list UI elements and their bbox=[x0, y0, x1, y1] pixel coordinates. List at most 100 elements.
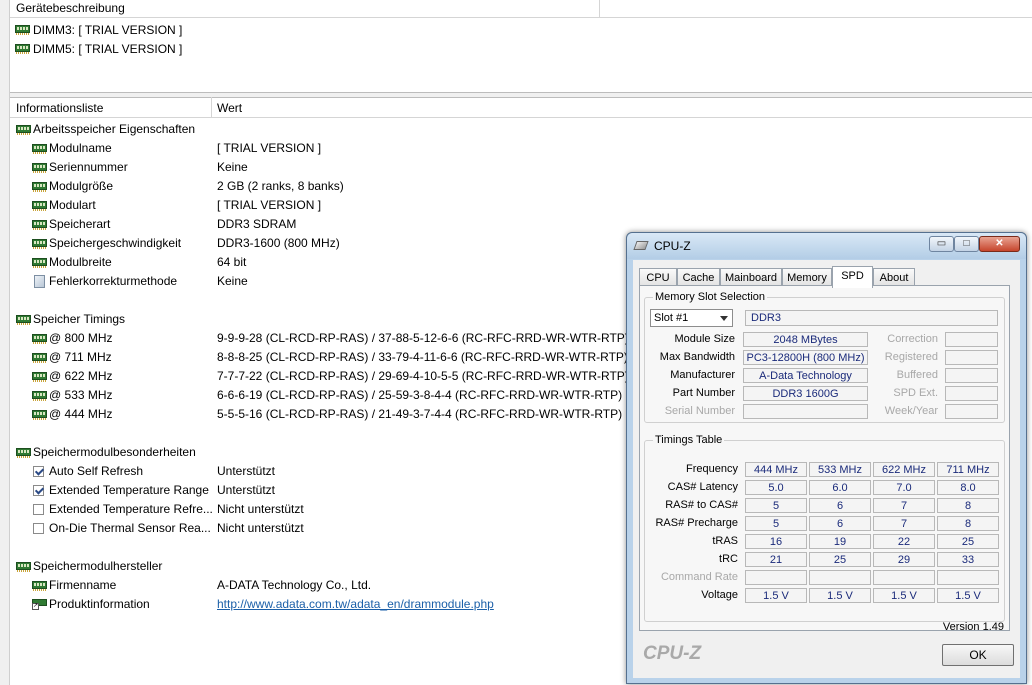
ram-module-icon bbox=[32, 163, 47, 173]
checkbox-checked bbox=[33, 466, 44, 477]
timing-cell: 25 bbox=[809, 552, 871, 567]
ram-module-icon bbox=[32, 220, 47, 230]
timing-cell: 22 bbox=[873, 534, 935, 549]
close-button[interactable]: ✕ bbox=[979, 236, 1020, 252]
list-item[interactable]: Fehlerkorrekturmethode Keine bbox=[0, 272, 620, 291]
timing-cell: 33 bbox=[937, 552, 999, 567]
spd-tab-panel: Memory Slot Selection Slot #1 DDR3 Modul… bbox=[639, 285, 1010, 631]
serial-number-value bbox=[743, 404, 868, 419]
timing-cell: 7.0 bbox=[873, 480, 935, 495]
list-item[interactable]: @ 444 MHz 5-5-5-16 (CL-RCD-RP-RAS) / 21-… bbox=[0, 405, 622, 424]
product-info-link[interactable]: http://www.adata.com.tw/adata_en/drammod… bbox=[217, 595, 494, 614]
list-item[interactable]: Seriennummer Keine bbox=[0, 158, 620, 177]
device-list-header[interactable]: Gerätebeschreibung bbox=[10, 0, 1032, 18]
column-header-value[interactable]: Wert bbox=[217, 101, 242, 115]
list-item[interactable]: Modulgröße 2 GB (2 ranks, 8 banks) bbox=[0, 177, 620, 196]
device-list[interactable]: DIMM3: [ TRIAL VERSION ] DIMM5: [ TRIAL … bbox=[10, 18, 1032, 92]
tab-cache[interactable]: Cache bbox=[677, 268, 720, 286]
timing-cell: 6 bbox=[809, 516, 871, 531]
list-item[interactable]: @ 711 MHz 8-8-8-25 (CL-RCD-RP-RAS) / 33-… bbox=[0, 348, 628, 367]
list-item[interactable]: Modulart [ TRIAL VERSION ] bbox=[0, 196, 620, 215]
timing-cell: 6.0 bbox=[809, 480, 871, 495]
ram-module-icon bbox=[32, 182, 47, 192]
column-separator[interactable] bbox=[599, 0, 600, 17]
list-item[interactable]: Auto Self Refresh Unterstützt bbox=[0, 462, 620, 481]
timing-cell: 8 bbox=[937, 516, 999, 531]
version-label: Version 1.49 bbox=[942, 621, 1004, 633]
device-item-dimm3[interactable]: DIMM3: [ TRIAL VERSION ] bbox=[15, 21, 182, 39]
ram-module-icon bbox=[16, 125, 31, 135]
tab-cpu[interactable]: CPU bbox=[639, 268, 677, 286]
timing-cell: 8.0 bbox=[937, 480, 999, 495]
cpuz-client-area: CPU Cache Mainboard Memory SPD About Mem… bbox=[633, 260, 1020, 678]
list-item[interactable]: Extended Temperature Refre... Nicht unte… bbox=[0, 500, 620, 519]
list-item[interactable]: Modulbreite 64 bit bbox=[0, 253, 620, 272]
memory-slot-selection-group: Memory Slot Selection Slot #1 DDR3 Modul… bbox=[644, 291, 1005, 423]
ram-module-icon bbox=[32, 391, 47, 401]
ram-module-icon bbox=[32, 334, 47, 344]
ram-module-icon bbox=[16, 315, 31, 325]
column-header-device[interactable]: Gerätebeschreibung bbox=[16, 1, 125, 15]
list-item[interactable]: Modulname [ TRIAL VERSION ] bbox=[0, 139, 620, 158]
timing-cell: 7 bbox=[873, 516, 935, 531]
spd-ext-value bbox=[945, 386, 998, 401]
ok-button[interactable]: OK bbox=[942, 644, 1014, 666]
timing-cell bbox=[745, 570, 807, 585]
timing-cell bbox=[873, 570, 935, 585]
slot-select[interactable]: Slot #1 bbox=[650, 309, 733, 327]
timing-cell: 1.5 V bbox=[745, 588, 807, 603]
ram-module-icon bbox=[15, 25, 30, 35]
ram-link-icon: ↗ bbox=[32, 599, 47, 610]
ram-module-icon bbox=[16, 562, 31, 572]
list-item[interactable]: On-Die Thermal Sensor Rea... Nicht unter… bbox=[0, 519, 620, 538]
list-item[interactable]: Extended Temperature Range Unterstützt bbox=[0, 481, 620, 500]
timing-cell: 533 MHz bbox=[809, 462, 871, 477]
column-header-field[interactable]: Informationsliste bbox=[16, 101, 103, 115]
buffered-value bbox=[945, 368, 998, 383]
column-separator[interactable] bbox=[211, 97, 212, 117]
checkbox-unchecked bbox=[33, 504, 44, 515]
checkbox-unchecked bbox=[33, 523, 44, 534]
tab-about[interactable]: About bbox=[873, 268, 915, 286]
minimize-button[interactable]: ▭ bbox=[929, 236, 954, 252]
cpuz-window: CPU-Z ▭ □ ✕ CPU Cache Mainboard Memory S… bbox=[626, 232, 1027, 684]
timing-cell: 1.5 V bbox=[873, 588, 935, 603]
tab-spd[interactable]: SPD bbox=[832, 266, 873, 288]
list-item[interactable]: ↗ Produktinformation http://www.adata.co… bbox=[0, 595, 620, 614]
device-item-dimm5[interactable]: DIMM5: [ TRIAL VERSION ] bbox=[15, 40, 182, 58]
timing-cell: 5.0 bbox=[745, 480, 807, 495]
ram-module-icon bbox=[32, 581, 47, 591]
window-title: CPU-Z bbox=[654, 239, 691, 253]
ram-module-icon bbox=[32, 410, 47, 420]
info-list-header[interactable]: Informationsliste Wert bbox=[10, 97, 1032, 118]
list-item[interactable]: @ 622 MHz 7-7-7-22 (CL-RCD-RP-RAS) / 29-… bbox=[0, 367, 629, 386]
ram-module-icon bbox=[32, 144, 47, 154]
timing-cell: 21 bbox=[745, 552, 807, 567]
list-item[interactable]: @ 533 MHz 6-6-6-19 (CL-RCD-RP-RAS) / 25-… bbox=[0, 386, 622, 405]
timing-cell: 29 bbox=[873, 552, 935, 567]
list-item[interactable]: Speichergeschwindigkeit DDR3-1600 (800 M… bbox=[0, 234, 620, 253]
cpuz-titlebar[interactable]: CPU-Z ▭ □ ✕ bbox=[627, 233, 1026, 259]
max-bandwidth-value: PC3-12800H (800 MHz) bbox=[743, 350, 868, 365]
timing-cell bbox=[937, 570, 999, 585]
tab-memory[interactable]: Memory bbox=[782, 268, 832, 286]
ram-module-icon bbox=[15, 44, 30, 54]
list-item[interactable]: Speicherart DDR3 SDRAM bbox=[0, 215, 620, 234]
tab-mainboard[interactable]: Mainboard bbox=[720, 268, 782, 286]
list-item[interactable]: Firmenname A-DATA Technology Co., Ltd. bbox=[0, 576, 620, 595]
timing-cell: 5 bbox=[745, 498, 807, 513]
ram-module-icon bbox=[32, 353, 47, 363]
timing-cell: 5 bbox=[745, 516, 807, 531]
list-item[interactable]: @ 800 MHz 9-9-9-28 (CL-RCD-RP-RAS) / 37-… bbox=[0, 329, 629, 348]
maximize-button[interactable]: □ bbox=[954, 236, 979, 252]
correction-value bbox=[945, 332, 998, 347]
manufacturer-value: A-Data Technology bbox=[743, 368, 868, 383]
cpuz-app-icon[interactable] bbox=[633, 241, 649, 250]
registered-value bbox=[945, 350, 998, 365]
timing-cell: 6 bbox=[809, 498, 871, 513]
timing-cell: 16 bbox=[745, 534, 807, 549]
checkbox-checked bbox=[33, 485, 44, 496]
ram-module-icon bbox=[32, 372, 47, 382]
timing-cell: 711 MHz bbox=[937, 462, 999, 477]
memory-type-field: DDR3 bbox=[745, 310, 998, 326]
